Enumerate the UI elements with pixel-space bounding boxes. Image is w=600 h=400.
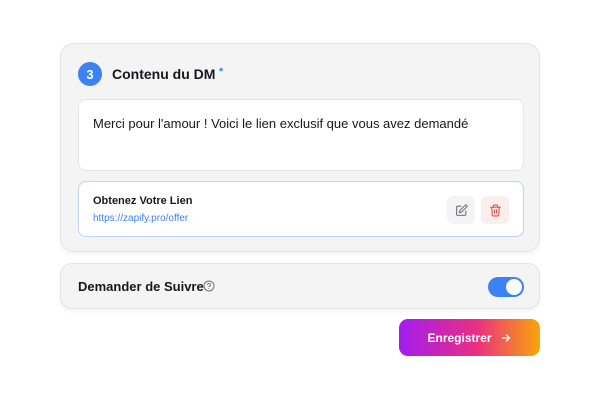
- edit-link-button[interactable]: [447, 196, 475, 224]
- trash-icon: [489, 204, 501, 216]
- follow-toggle[interactable]: [488, 277, 524, 297]
- link-card: Obtenez Votre Lien https://zapify.pro/of…: [78, 181, 524, 237]
- follow-label: Demander de Suivre: [78, 279, 204, 294]
- link-url[interactable]: https://zapify.pro/offer: [93, 213, 188, 224]
- follow-request-card: Demander de Suivre: [60, 263, 540, 309]
- page-root: 3 Contenu du DM * Merci pour l'amour ! V…: [0, 0, 600, 400]
- dm-message-input[interactable]: Merci pour l'amour ! Voici le lien exclu…: [78, 99, 524, 171]
- question-circle-icon[interactable]: [203, 280, 215, 292]
- section-title: Contenu du DM: [112, 66, 216, 82]
- save-button[interactable]: Enregistrer: [399, 319, 540, 356]
- required-marker: *: [219, 66, 224, 78]
- toggle-knob: [506, 279, 522, 295]
- save-button-label: Enregistrer: [427, 330, 492, 345]
- link-title: Obtenez Votre Lien: [93, 195, 193, 207]
- delete-link-button[interactable]: [481, 196, 509, 224]
- pencil-square-icon: [455, 203, 468, 216]
- arrow-right-icon: [501, 333, 510, 342]
- dm-content-card: 3 Contenu du DM * Merci pour l'amour ! V…: [60, 43, 540, 252]
- step-number-badge: 3: [78, 62, 102, 86]
